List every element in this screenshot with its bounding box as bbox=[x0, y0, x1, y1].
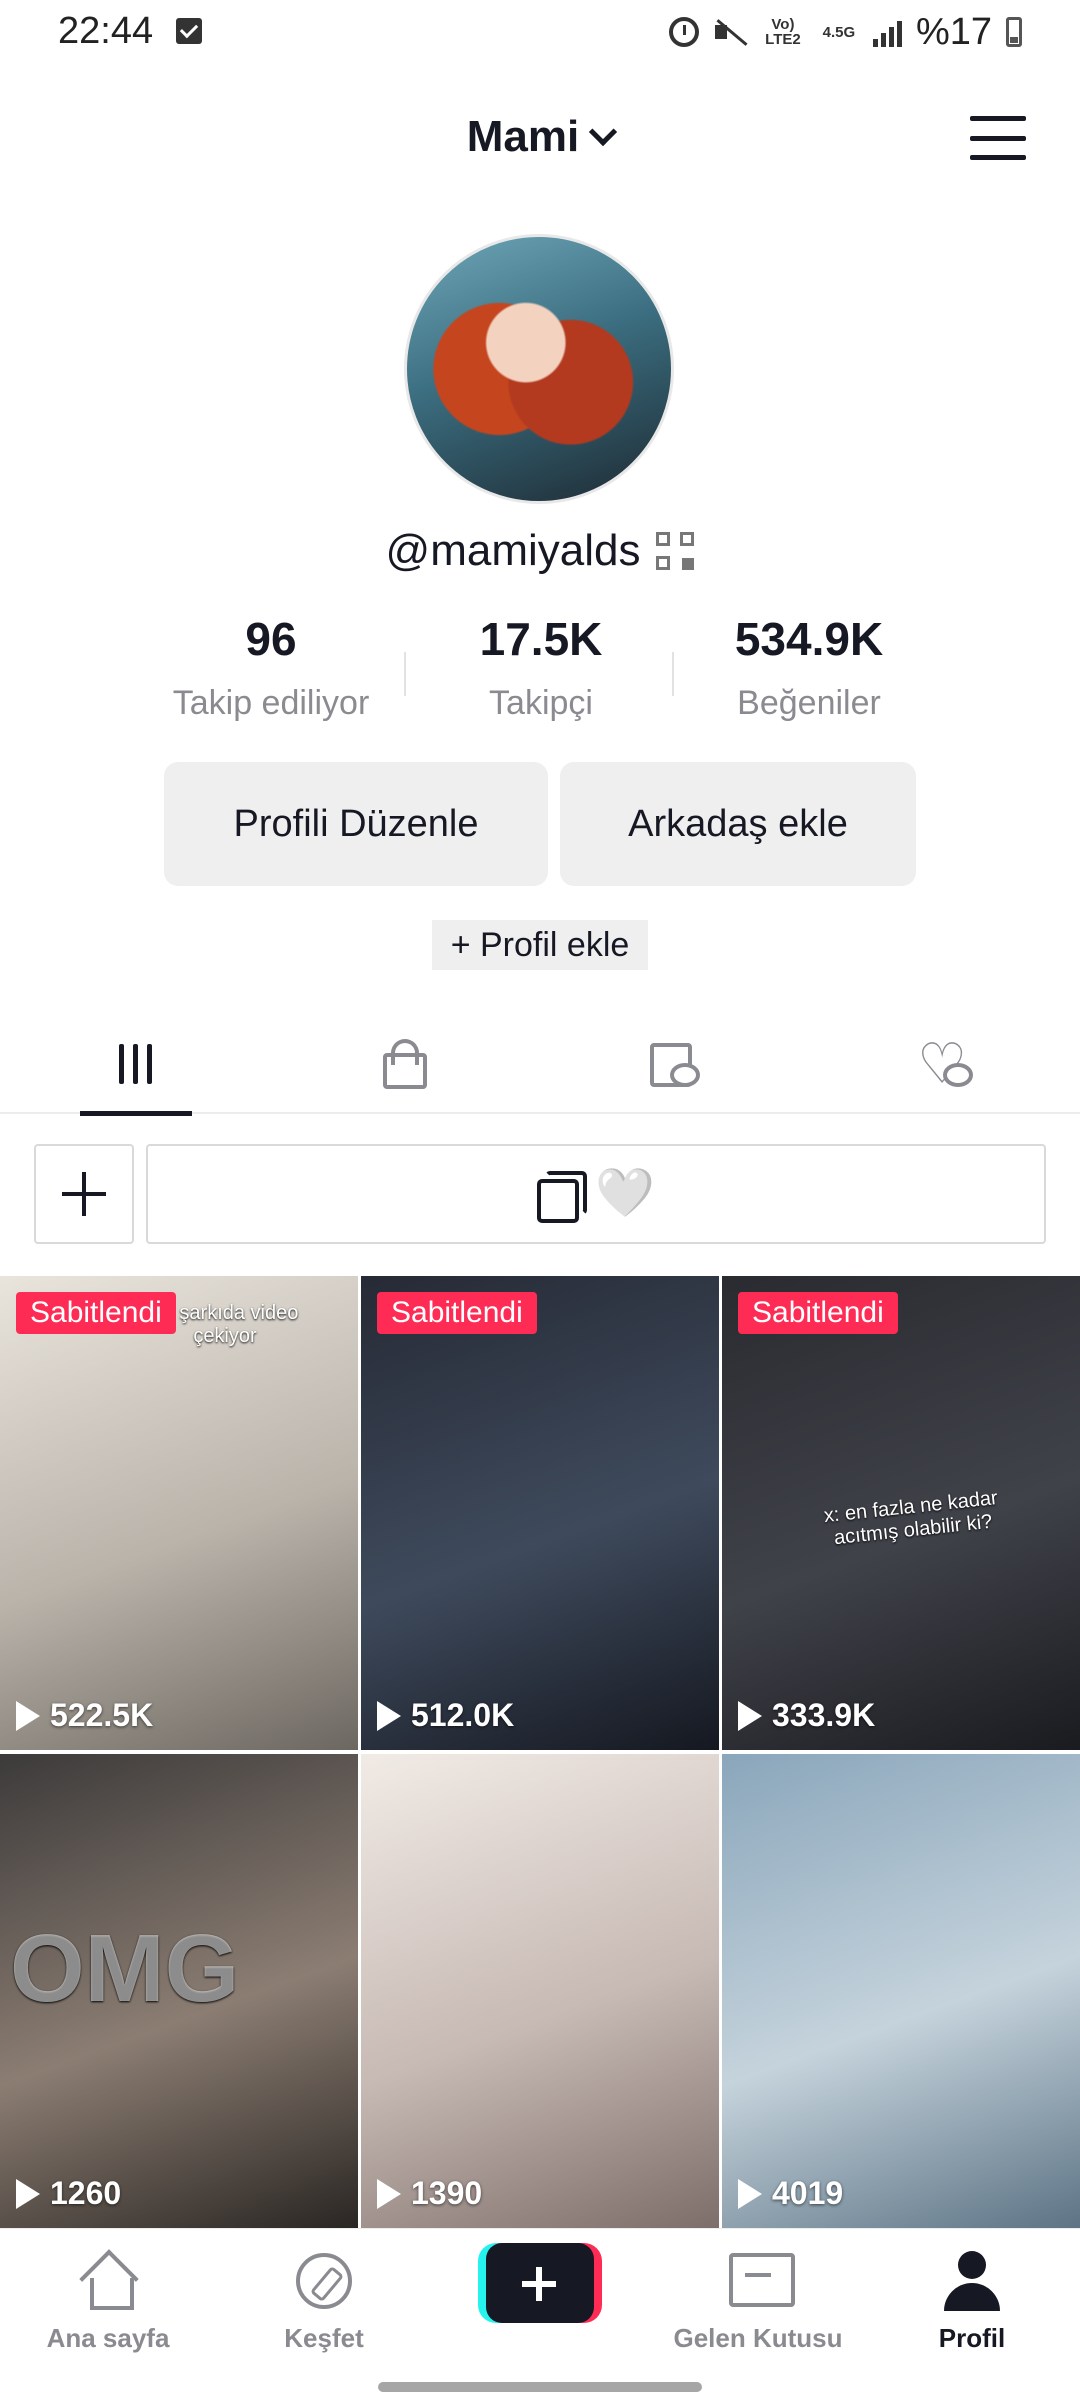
network-label: Vo) LTE2 bbox=[765, 16, 801, 48]
play-icon bbox=[377, 2178, 401, 2209]
menu-icon[interactable] bbox=[970, 116, 1026, 160]
following-label: Takip ediliyor bbox=[172, 684, 370, 722]
add-profile-button[interactable]: + Profil ekle bbox=[432, 920, 648, 970]
nav-home[interactable]: Ana sayfa bbox=[8, 2249, 208, 2354]
status-time: 22:44 bbox=[58, 10, 154, 52]
view-count-label: 1260 bbox=[50, 2175, 122, 2211]
likes-label: Beğeniler bbox=[737, 684, 881, 722]
view-count: 512.0K bbox=[377, 1697, 514, 1734]
followers-label: Takipçi bbox=[489, 684, 593, 722]
battery-percent: %17 bbox=[915, 10, 992, 53]
repost-hidden-icon bbox=[650, 1041, 700, 1087]
add-playlist-button[interactable] bbox=[34, 1144, 134, 1244]
playlist-item[interactable]: 🤍 bbox=[146, 1144, 1046, 1244]
lock-icon bbox=[383, 1039, 427, 1089]
avatar[interactable] bbox=[404, 234, 674, 504]
video-tile[interactable]: bu şarkıda video çekiyor Sabitlendi 522.5K bbox=[0, 1276, 358, 1750]
stat-likes[interactable]: 534.9K Beğeniler bbox=[674, 612, 944, 723]
video-caption: x: en fazla ne kadar acıtmış olabilir ki… bbox=[822, 1487, 999, 1550]
followers-count: 17.5K bbox=[479, 613, 603, 665]
plus-icon bbox=[62, 1172, 106, 1216]
video-tile[interactable]: 4019 bbox=[722, 1754, 1080, 2228]
tab-videos[interactable] bbox=[0, 1014, 270, 1116]
video-tile[interactable]: 1390 bbox=[361, 1754, 719, 2228]
network-type: 4.5G bbox=[822, 23, 856, 41]
inbox-icon bbox=[729, 2253, 795, 2309]
likes-count: 534.9K bbox=[734, 613, 884, 665]
checkbox-notification-icon bbox=[176, 18, 202, 44]
nav-discover[interactable]: Keşfet bbox=[224, 2249, 424, 2354]
add-friend-button[interactable]: Arkadaş ekle bbox=[560, 762, 916, 886]
pinned-badge: Sabitlendi bbox=[16, 1292, 176, 1334]
view-count: 1390 bbox=[377, 2175, 482, 2212]
white-heart-emoji: 🤍 bbox=[595, 1167, 655, 1220]
alarm-icon bbox=[668, 17, 699, 47]
nav-inbox[interactable]: Gelen Kutusu bbox=[658, 2249, 858, 2354]
edit-profile-button[interactable]: Profili Düzenle bbox=[164, 762, 548, 886]
video-tile[interactable]: OMG 1260 bbox=[0, 1754, 358, 2228]
profile-stats: 96 Takip ediliyor 17.5K Takipçi 534.9K B… bbox=[0, 612, 1080, 732]
video-tile[interactable]: x: en fazla ne kadar acıtmış olabilir ki… bbox=[722, 1276, 1080, 1750]
view-count: 522.5K bbox=[16, 1697, 153, 1734]
tab-active-indicator bbox=[80, 1111, 192, 1116]
nav-profile[interactable]: Profil bbox=[872, 2249, 1072, 2354]
play-icon bbox=[738, 2178, 762, 2209]
view-count-label: 4019 bbox=[772, 2175, 844, 2211]
view-count-label: 1390 bbox=[411, 2175, 483, 2211]
stat-followers[interactable]: 17.5K Takipçi bbox=[406, 612, 676, 723]
view-count: 333.9K bbox=[738, 1697, 875, 1734]
grid-icon bbox=[118, 1044, 152, 1084]
tab-private[interactable] bbox=[270, 1014, 540, 1114]
pinned-badge: Sabitlendi bbox=[377, 1292, 537, 1334]
play-icon bbox=[738, 1700, 762, 1731]
following-count: 96 bbox=[245, 613, 297, 665]
profile-tabs bbox=[0, 1014, 1080, 1116]
account-name: Mami bbox=[466, 112, 580, 161]
stat-following[interactable]: 96 Takip ediliyor bbox=[136, 612, 406, 723]
nav-profile-label: Profil bbox=[938, 2323, 1006, 2353]
nav-discover-label: Keşfet bbox=[284, 2323, 364, 2353]
tab-liked[interactable] bbox=[810, 1014, 1080, 1114]
bottom-nav: Ana sayfa Keşfet Gelen Kutusu Profil bbox=[0, 2228, 1080, 2408]
view-count: 4019 bbox=[738, 2175, 843, 2212]
play-icon bbox=[16, 2178, 40, 2209]
video-caption: OMG bbox=[10, 1915, 240, 2022]
video-tile[interactable]: Sabitlendi 512.0K bbox=[361, 1276, 719, 1750]
chevron-down-icon bbox=[589, 117, 618, 147]
nav-home-label: Ana sayfa bbox=[46, 2323, 170, 2353]
status-bar: 22:44 Vo) LTE2 4.5G %17 bbox=[0, 0, 1080, 64]
home-icon bbox=[80, 2256, 136, 2310]
view-count-label: 512.0K bbox=[411, 1697, 515, 1733]
home-indicator[interactable] bbox=[378, 2382, 702, 2392]
view-count-label: 333.9K bbox=[772, 1697, 876, 1733]
view-count: 1260 bbox=[16, 2175, 121, 2212]
create-button[interactable] bbox=[478, 2243, 602, 2323]
profile-header: Mami bbox=[0, 100, 1080, 180]
signal-icon bbox=[872, 17, 902, 47]
pinned-badge: Sabitlendi bbox=[738, 1292, 898, 1334]
qr-code-icon[interactable] bbox=[656, 532, 695, 570]
liked-hidden-icon bbox=[917, 1031, 973, 1097]
battery-icon bbox=[1006, 17, 1022, 47]
play-icon bbox=[16, 1700, 40, 1731]
view-count-label: 522.5K bbox=[50, 1697, 154, 1733]
compass-icon bbox=[296, 2253, 352, 2309]
tab-reposts[interactable] bbox=[540, 1014, 810, 1114]
playlist-icon bbox=[537, 1171, 588, 1223]
play-icon bbox=[377, 1700, 401, 1731]
mute-icon bbox=[713, 17, 747, 47]
nav-inbox-label: Gelen Kutusu bbox=[673, 2323, 843, 2353]
account-switcher[interactable]: Mami bbox=[0, 112, 1080, 162]
profile-icon bbox=[942, 2251, 1002, 2311]
username: @mamiyalds bbox=[385, 526, 641, 575]
status-icons: Vo) LTE2 4.5G %17 bbox=[668, 10, 1022, 54]
username-row: @mamiyalds bbox=[0, 526, 1080, 576]
